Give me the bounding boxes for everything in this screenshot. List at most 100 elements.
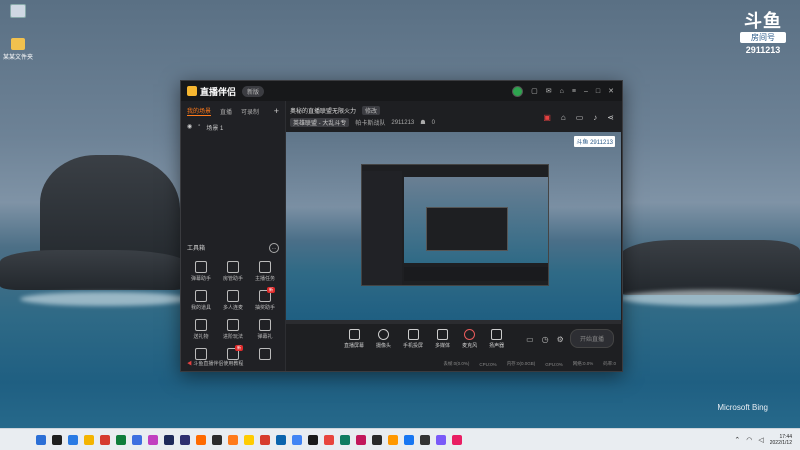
camera-icon	[378, 329, 390, 340]
more-icon[interactable]: …	[269, 243, 279, 253]
taskbar-app-icon[interactable]	[228, 434, 238, 445]
taskbar-app-icon[interactable]	[276, 434, 286, 445]
windows-taskbar: ⌃ ◠ ◁ 17:44 2022/1/12	[0, 428, 800, 450]
taskbar-app-icon[interactable]	[100, 434, 110, 445]
minimize-icon[interactable]: –	[584, 88, 588, 95]
lock-icon[interactable]: ▫	[198, 123, 200, 132]
brand-logo: 斗鱼	[744, 11, 782, 31]
edit-title-button[interactable]: 修改	[362, 106, 381, 115]
taskbar-app-icon[interactable]	[292, 434, 302, 445]
tool-multi-mic[interactable]: 多人连麦	[217, 290, 249, 311]
taskbar-app-icon[interactable]	[164, 434, 174, 445]
control-label: 扬声器	[489, 343, 505, 349]
taskbar-app-icon[interactable]	[372, 434, 382, 445]
tutorial-link-label: 斗鱼直播伴侣使用教程	[193, 361, 244, 367]
control-speaker[interactable]: 扬声器	[489, 329, 504, 349]
menu-icon[interactable]: ≡	[572, 88, 576, 95]
taskbar-app-icon[interactable]	[84, 434, 94, 445]
scene-item[interactable]: ◉ ▫ 场景 1	[181, 121, 285, 134]
taskbar-app-icon[interactable]	[260, 434, 270, 445]
taskbar-app-icon[interactable]	[436, 434, 446, 445]
record-icon[interactable]: ▣	[543, 113, 551, 122]
tool-task[interactable]: 主播任务	[249, 261, 281, 282]
add-tab-button[interactable]: +	[274, 106, 279, 116]
taskbar-app-icon[interactable]	[340, 434, 350, 445]
tool-music[interactable]	[249, 348, 281, 362]
tutorial-link[interactable]: ◀ 斗鱼直播伴侣使用教程	[187, 360, 243, 367]
status-gpu: GPU:0%	[545, 361, 563, 367]
tool-lottery[interactable]: 新抽奖助手	[249, 287, 281, 311]
volume-icon[interactable]: ◁	[758, 436, 763, 444]
nested-preview-window	[361, 164, 549, 286]
control-camera[interactable]: 摄像头	[376, 329, 391, 349]
taskbar-app-icon[interactable]	[132, 434, 142, 445]
settings-icon[interactable]: ⚙	[557, 335, 564, 344]
version-badge[interactable]: 新版	[242, 85, 265, 97]
app-logo-icon	[187, 86, 197, 96]
taskbar-app-icon[interactable]	[180, 434, 190, 445]
tab-live[interactable]: 直播	[220, 107, 232, 116]
taskbar-app-icon[interactable]	[116, 434, 126, 445]
close-icon[interactable]: ✕	[608, 87, 614, 95]
taskbar-app-icon[interactable]	[212, 434, 222, 445]
taskbar-app-icon[interactable]	[196, 434, 206, 445]
tool-props[interactable]: 我的道具	[185, 290, 217, 311]
control-media[interactable]: 多媒体	[435, 329, 450, 349]
tool-danmaku[interactable]: 弹幕助手	[185, 261, 217, 282]
desktop-folder[interactable]: 某某文件夹	[0, 38, 36, 61]
wifi-icon[interactable]: ◠	[746, 436, 752, 444]
stream-info-bar: 奥秘的直播联盟无限火力 修改 英雄联盟 - 大乱斗专 帕卡斯战队 2911213…	[286, 101, 622, 131]
clock-icon[interactable]: ◷	[542, 335, 549, 344]
shirt-icon[interactable]: ⌂	[560, 88, 564, 95]
start-live-button[interactable]: 开始直播	[569, 329, 614, 348]
control-label: 手机投屏	[403, 343, 424, 349]
lock-icon[interactable]: ⌂	[561, 113, 566, 122]
taskbar-app-icon[interactable]	[324, 434, 334, 445]
tool-advanced[interactable]: 进阶玩法	[217, 319, 249, 340]
status-network: 网络:0.0%	[572, 361, 594, 366]
brand-room-number: 2911213	[745, 45, 781, 55]
desktop-recycle-bin[interactable]	[0, 4, 36, 20]
stream-preview[interactable]: 斗鱼 2911213	[286, 132, 621, 320]
nested-inner-window	[426, 207, 508, 251]
start-button-icon[interactable]	[36, 434, 46, 445]
taskbar-app-icon[interactable]	[420, 434, 430, 445]
scene-tabs: 我的场景 直播 可录制 +	[181, 101, 285, 121]
new-badge: 新	[267, 287, 275, 293]
screen-icon	[348, 329, 360, 340]
taskbar-app-icon[interactable]	[356, 434, 366, 445]
taskbar-app-icon[interactable]	[68, 434, 78, 445]
avatar[interactable]	[512, 85, 524, 97]
taskbar-app-icon[interactable]	[148, 434, 158, 445]
control-phone-cast[interactable]: 手机投屏	[403, 329, 423, 349]
taskbar-app-icon[interactable]	[308, 434, 318, 445]
multi-mic-icon	[227, 290, 239, 302]
douyu-brand-watermark: 斗鱼 房间号 2911213	[740, 12, 786, 55]
message-icon[interactable]: ▢	[531, 87, 538, 95]
taskbar-app-icon[interactable]	[52, 434, 62, 445]
mail-icon[interactable]: ✉	[546, 87, 552, 95]
tool-danmaku-gift[interactable]: 弹幕礼	[249, 319, 281, 340]
tool-admin[interactable]: 房管助手	[217, 261, 249, 282]
taskbar-app-icon[interactable]	[404, 434, 414, 445]
taskbar-app-icon[interactable]	[388, 434, 398, 445]
tab-my-scenes[interactable]: 我的场景	[187, 106, 212, 116]
nested-control-bar	[404, 267, 548, 281]
eye-icon[interactable]: ◉	[187, 123, 192, 132]
layout-icon[interactable]: ▭	[576, 113, 584, 122]
maximize-icon[interactable]: □	[596, 88, 600, 95]
control-label: 麦克风	[462, 343, 478, 349]
share-icon[interactable]: ⋖	[607, 113, 614, 122]
category-selector[interactable]: 英雄联盟 - 大乱斗专	[290, 118, 350, 127]
tab-recordable[interactable]: 可录制	[241, 107, 259, 116]
control-screen[interactable]: 直播屏幕	[344, 329, 364, 349]
chevron-up-icon[interactable]: ⌃	[734, 436, 740, 444]
tool-gift[interactable]: 送礼物	[185, 319, 217, 340]
video-icon[interactable]: ▭	[526, 335, 534, 344]
source-controls: 直播屏幕 摄像头 手机投屏 多媒体 麦克风 扬声器 ▭ ◷ ⚙ 开始直播	[286, 325, 622, 353]
bell-icon[interactable]: ♪	[593, 113, 597, 122]
control-microphone[interactable]: 麦克风	[462, 329, 477, 349]
clock[interactable]: 17:44 2022/1/12	[770, 434, 792, 446]
taskbar-app-icon[interactable]	[452, 434, 462, 445]
taskbar-app-icon[interactable]	[244, 434, 254, 445]
